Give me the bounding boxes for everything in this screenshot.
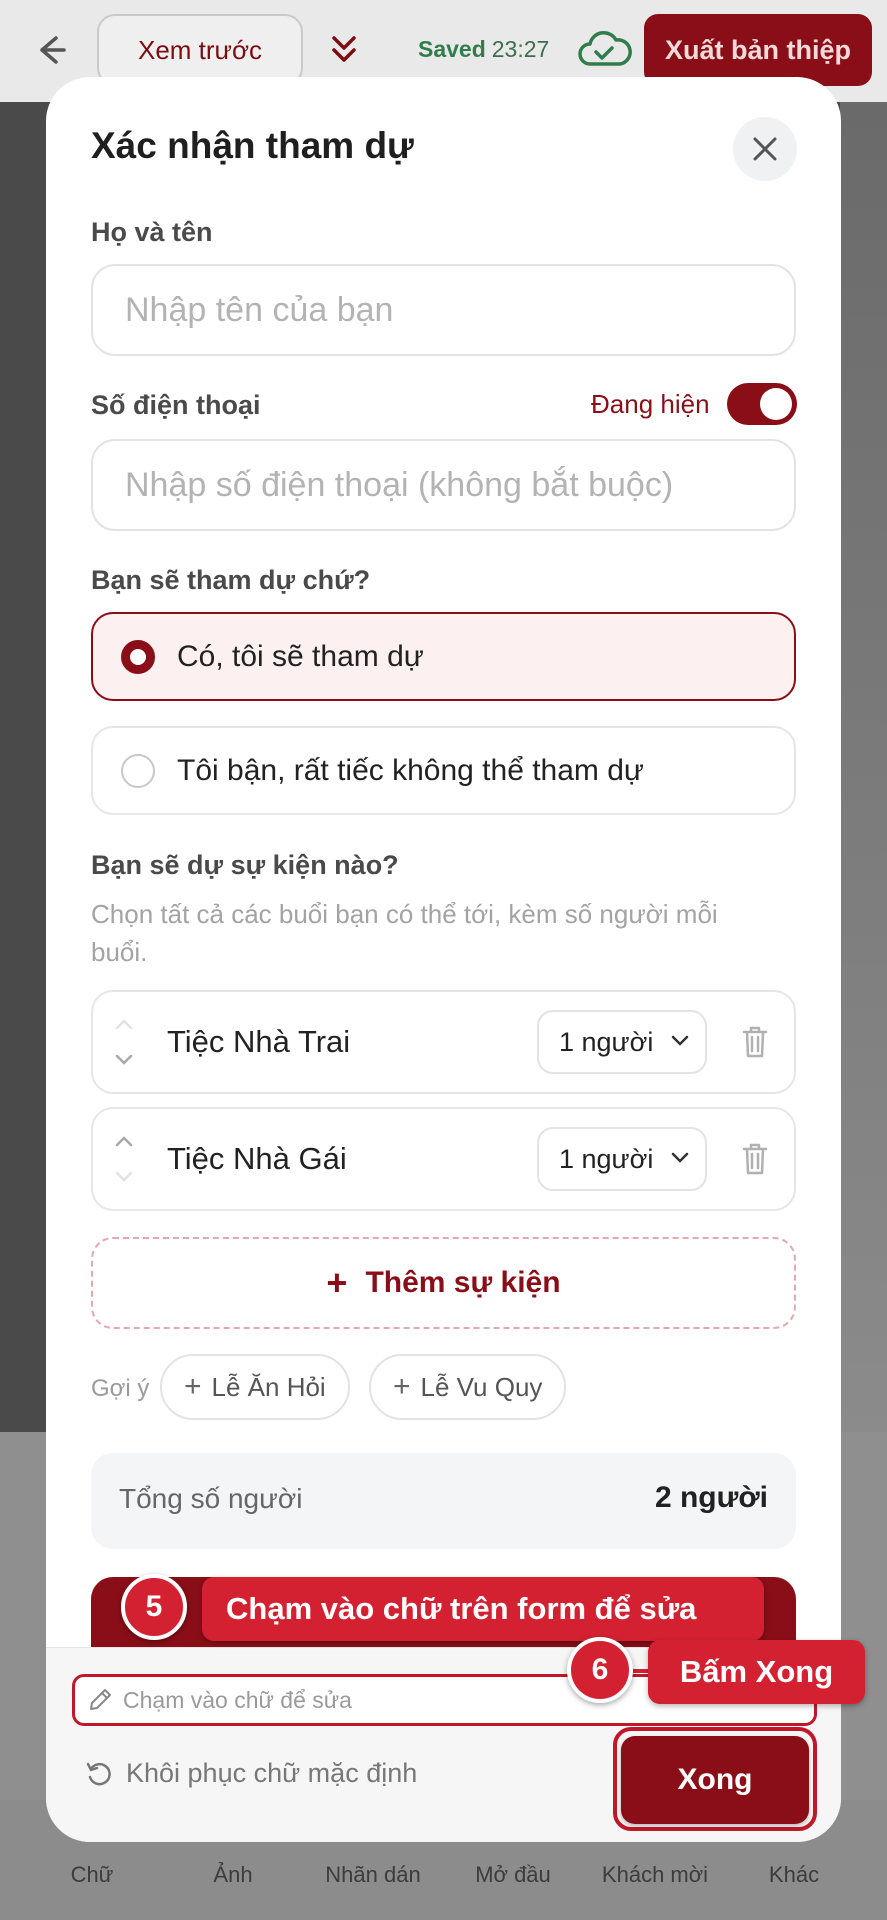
trash-icon[interactable] [741, 1024, 769, 1060]
cloud-check-icon [578, 31, 632, 66]
attend-yes-option[interactable]: Có, tôi sẽ tham dự [91, 612, 796, 701]
step-6-tooltip: Bấm Xong [648, 1640, 865, 1704]
events-label: Bạn sẽ dự sự kiện nào? [91, 850, 399, 880]
saved-label: Saved [418, 36, 486, 62]
step-6-badge: 6 [567, 1637, 633, 1703]
close-icon [753, 137, 777, 161]
done-button[interactable]: Xong [621, 1736, 809, 1824]
chevron-down-icon [671, 1152, 689, 1163]
phone-visibility-label: Đang hiện [591, 389, 710, 419]
restore-default-button[interactable]: Khôi phục chữ mặc định [84, 1758, 417, 1789]
events-hint: Chọn tất cả các buổi bạn có thể tới, kèm… [91, 899, 718, 967]
suggestion-chip[interactable]: + Lễ Ăn Hỏi [160, 1354, 350, 1420]
nav-item-photo[interactable]: Ảnh [163, 1862, 303, 1888]
restore-icon [86, 1762, 111, 1785]
add-event-label: Thêm sự kiện [365, 1266, 561, 1299]
trash-icon[interactable] [741, 1141, 769, 1177]
suggestion-chip[interactable]: + Lễ Vu Quy [369, 1354, 567, 1420]
step-5-tooltip: Chạm vào chữ trên form để sửa [202, 1577, 764, 1641]
total-value: 2 người [654, 1481, 768, 1514]
export-button[interactable]: Xuất bản thiệp [644, 14, 872, 86]
guest-count-value: 1 người [559, 1143, 654, 1174]
phone-visibility-toggle[interactable] [727, 383, 797, 425]
preview-button[interactable]: Xem trước [97, 14, 303, 86]
suggestion-label: Lễ Vu Quy [420, 1371, 543, 1402]
guest-count-select[interactable]: 1 người [537, 1127, 707, 1191]
reorder-icon[interactable] [111, 1014, 137, 1070]
total-label: Tổng số người [119, 1483, 303, 1514]
name-input[interactable] [91, 264, 796, 356]
radio-selected-icon [121, 639, 155, 674]
guest-count-value: 1 người [559, 1026, 654, 1057]
phone-label: Số điện thoại [91, 390, 261, 420]
nav-item-opening[interactable]: Mở đầu [443, 1862, 583, 1888]
event-name[interactable]: Tiệc Nhà Trai [167, 1024, 350, 1060]
modal-title: Xác nhận tham dự [91, 125, 414, 166]
saved-time: 23:27 [491, 36, 550, 62]
guest-count-select[interactable]: 1 người [537, 1010, 707, 1074]
nav-item-text[interactable]: Chữ [22, 1862, 162, 1888]
back-arrow-icon[interactable] [30, 30, 70, 70]
attend-label: Bạn sẽ tham dự chứ? [91, 565, 371, 595]
add-event-button[interactable]: + Thêm sự kiện [91, 1237, 796, 1329]
total-guests-box: Tổng số người 2 người [91, 1453, 796, 1549]
pencil-icon [90, 1689, 111, 1710]
event-row: Tiệc Nhà Gái 1 người [91, 1107, 796, 1211]
suggestion-label: Lễ Ăn Hỏi [211, 1371, 326, 1402]
text-edit-input[interactable] [123, 1686, 723, 1714]
event-name[interactable]: Tiệc Nhà Gái [167, 1141, 347, 1177]
attend-no-label: Tôi bận, rất tiếc không thể tham dự [177, 753, 645, 787]
saved-status: Saved 23:27 [418, 36, 549, 63]
chevron-down-icon [671, 1035, 689, 1046]
close-button[interactable] [733, 117, 797, 181]
attend-yes-label: Có, tôi sẽ tham dự [177, 639, 424, 673]
restore-label: Khôi phục chữ mặc định [126, 1758, 418, 1788]
reorder-icon[interactable] [111, 1131, 137, 1187]
plus-icon: + [393, 1370, 411, 1403]
plus-icon: + [184, 1370, 202, 1403]
nav-item-more[interactable]: Khác [724, 1862, 864, 1888]
toggle-knob [760, 388, 792, 420]
suggestions-label: Gợi ý [91, 1375, 150, 1402]
nav-item-guests[interactable]: Khách mời [585, 1862, 725, 1888]
chevrons-down-icon[interactable] [328, 30, 360, 70]
step-5-badge: 5 [121, 1574, 187, 1640]
name-label: Họ và tên [91, 217, 213, 247]
nav-item-stickers[interactable]: Nhãn dán [303, 1862, 443, 1888]
radio-unselected-icon [121, 753, 155, 788]
attend-no-option[interactable]: Tôi bận, rất tiếc không thể tham dự [91, 726, 796, 815]
plus-icon: + [326, 1262, 348, 1303]
event-row: Tiệc Nhà Trai 1 người [91, 990, 796, 1094]
card-canvas-edge [840, 102, 887, 1432]
phone-input[interactable] [91, 439, 796, 531]
